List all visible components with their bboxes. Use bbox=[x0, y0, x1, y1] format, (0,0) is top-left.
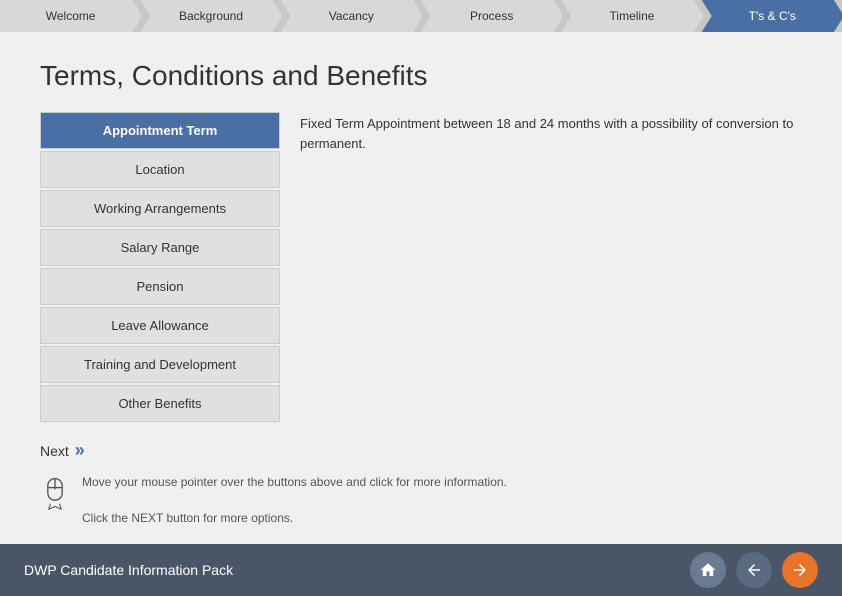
next-row: Next » bbox=[40, 440, 802, 461]
nav-item-timeline[interactable]: Timeline bbox=[561, 0, 703, 32]
mouse-icon bbox=[40, 475, 70, 511]
menu-other-benefits[interactable]: Other Benefits bbox=[40, 385, 280, 422]
nav-item-vacancy[interactable]: Vacancy bbox=[281, 0, 423, 32]
nav-item-process[interactable]: Process bbox=[421, 0, 563, 32]
menu-location[interactable]: Location bbox=[40, 151, 280, 188]
content-text: Fixed Term Appointment between 18 and 24… bbox=[300, 114, 802, 153]
right-content: Fixed Term Appointment between 18 and 24… bbox=[300, 112, 802, 424]
left-menu: Appointment Term Location Working Arrang… bbox=[40, 112, 280, 424]
home-button[interactable] bbox=[690, 552, 726, 588]
forward-icon bbox=[791, 561, 809, 579]
layout: Appointment Term Location Working Arrang… bbox=[40, 112, 802, 424]
nav-item-tcs[interactable]: T's & C's bbox=[702, 0, 842, 32]
next-button[interactable]: » bbox=[75, 440, 85, 461]
hint-text: Move your mouse pointer over the buttons… bbox=[82, 473, 507, 527]
page-title: Terms, Conditions and Benefits bbox=[40, 60, 802, 92]
menu-pension[interactable]: Pension bbox=[40, 268, 280, 305]
nav-item-background[interactable]: Background bbox=[140, 0, 282, 32]
hint-row: Move your mouse pointer over the buttons… bbox=[40, 473, 802, 527]
home-icon bbox=[699, 561, 717, 579]
hint-line1: Move your mouse pointer over the buttons… bbox=[82, 473, 507, 491]
menu-working-arrangements[interactable]: Working Arrangements bbox=[40, 190, 280, 227]
hint-line2: Click the NEXT button for more options. bbox=[82, 509, 507, 527]
main-content: Terms, Conditions and Benefits Appointme… bbox=[0, 32, 842, 547]
back-button[interactable] bbox=[736, 552, 772, 588]
footer-title: DWP Candidate Information Pack bbox=[24, 562, 233, 578]
menu-appointment-term[interactable]: Appointment Term bbox=[40, 112, 280, 149]
back-icon bbox=[745, 561, 763, 579]
menu-leave-allowance[interactable]: Leave Allowance bbox=[40, 307, 280, 344]
footer-buttons bbox=[690, 552, 818, 588]
top-nav: Welcome Background Vacancy Process Timel… bbox=[0, 0, 842, 32]
menu-training-development[interactable]: Training and Development bbox=[40, 346, 280, 383]
footer: DWP Candidate Information Pack bbox=[0, 544, 842, 596]
forward-button[interactable] bbox=[782, 552, 818, 588]
menu-salary-range[interactable]: Salary Range bbox=[40, 229, 280, 266]
nav-item-welcome[interactable]: Welcome bbox=[0, 0, 142, 32]
next-label: Next bbox=[40, 443, 69, 459]
